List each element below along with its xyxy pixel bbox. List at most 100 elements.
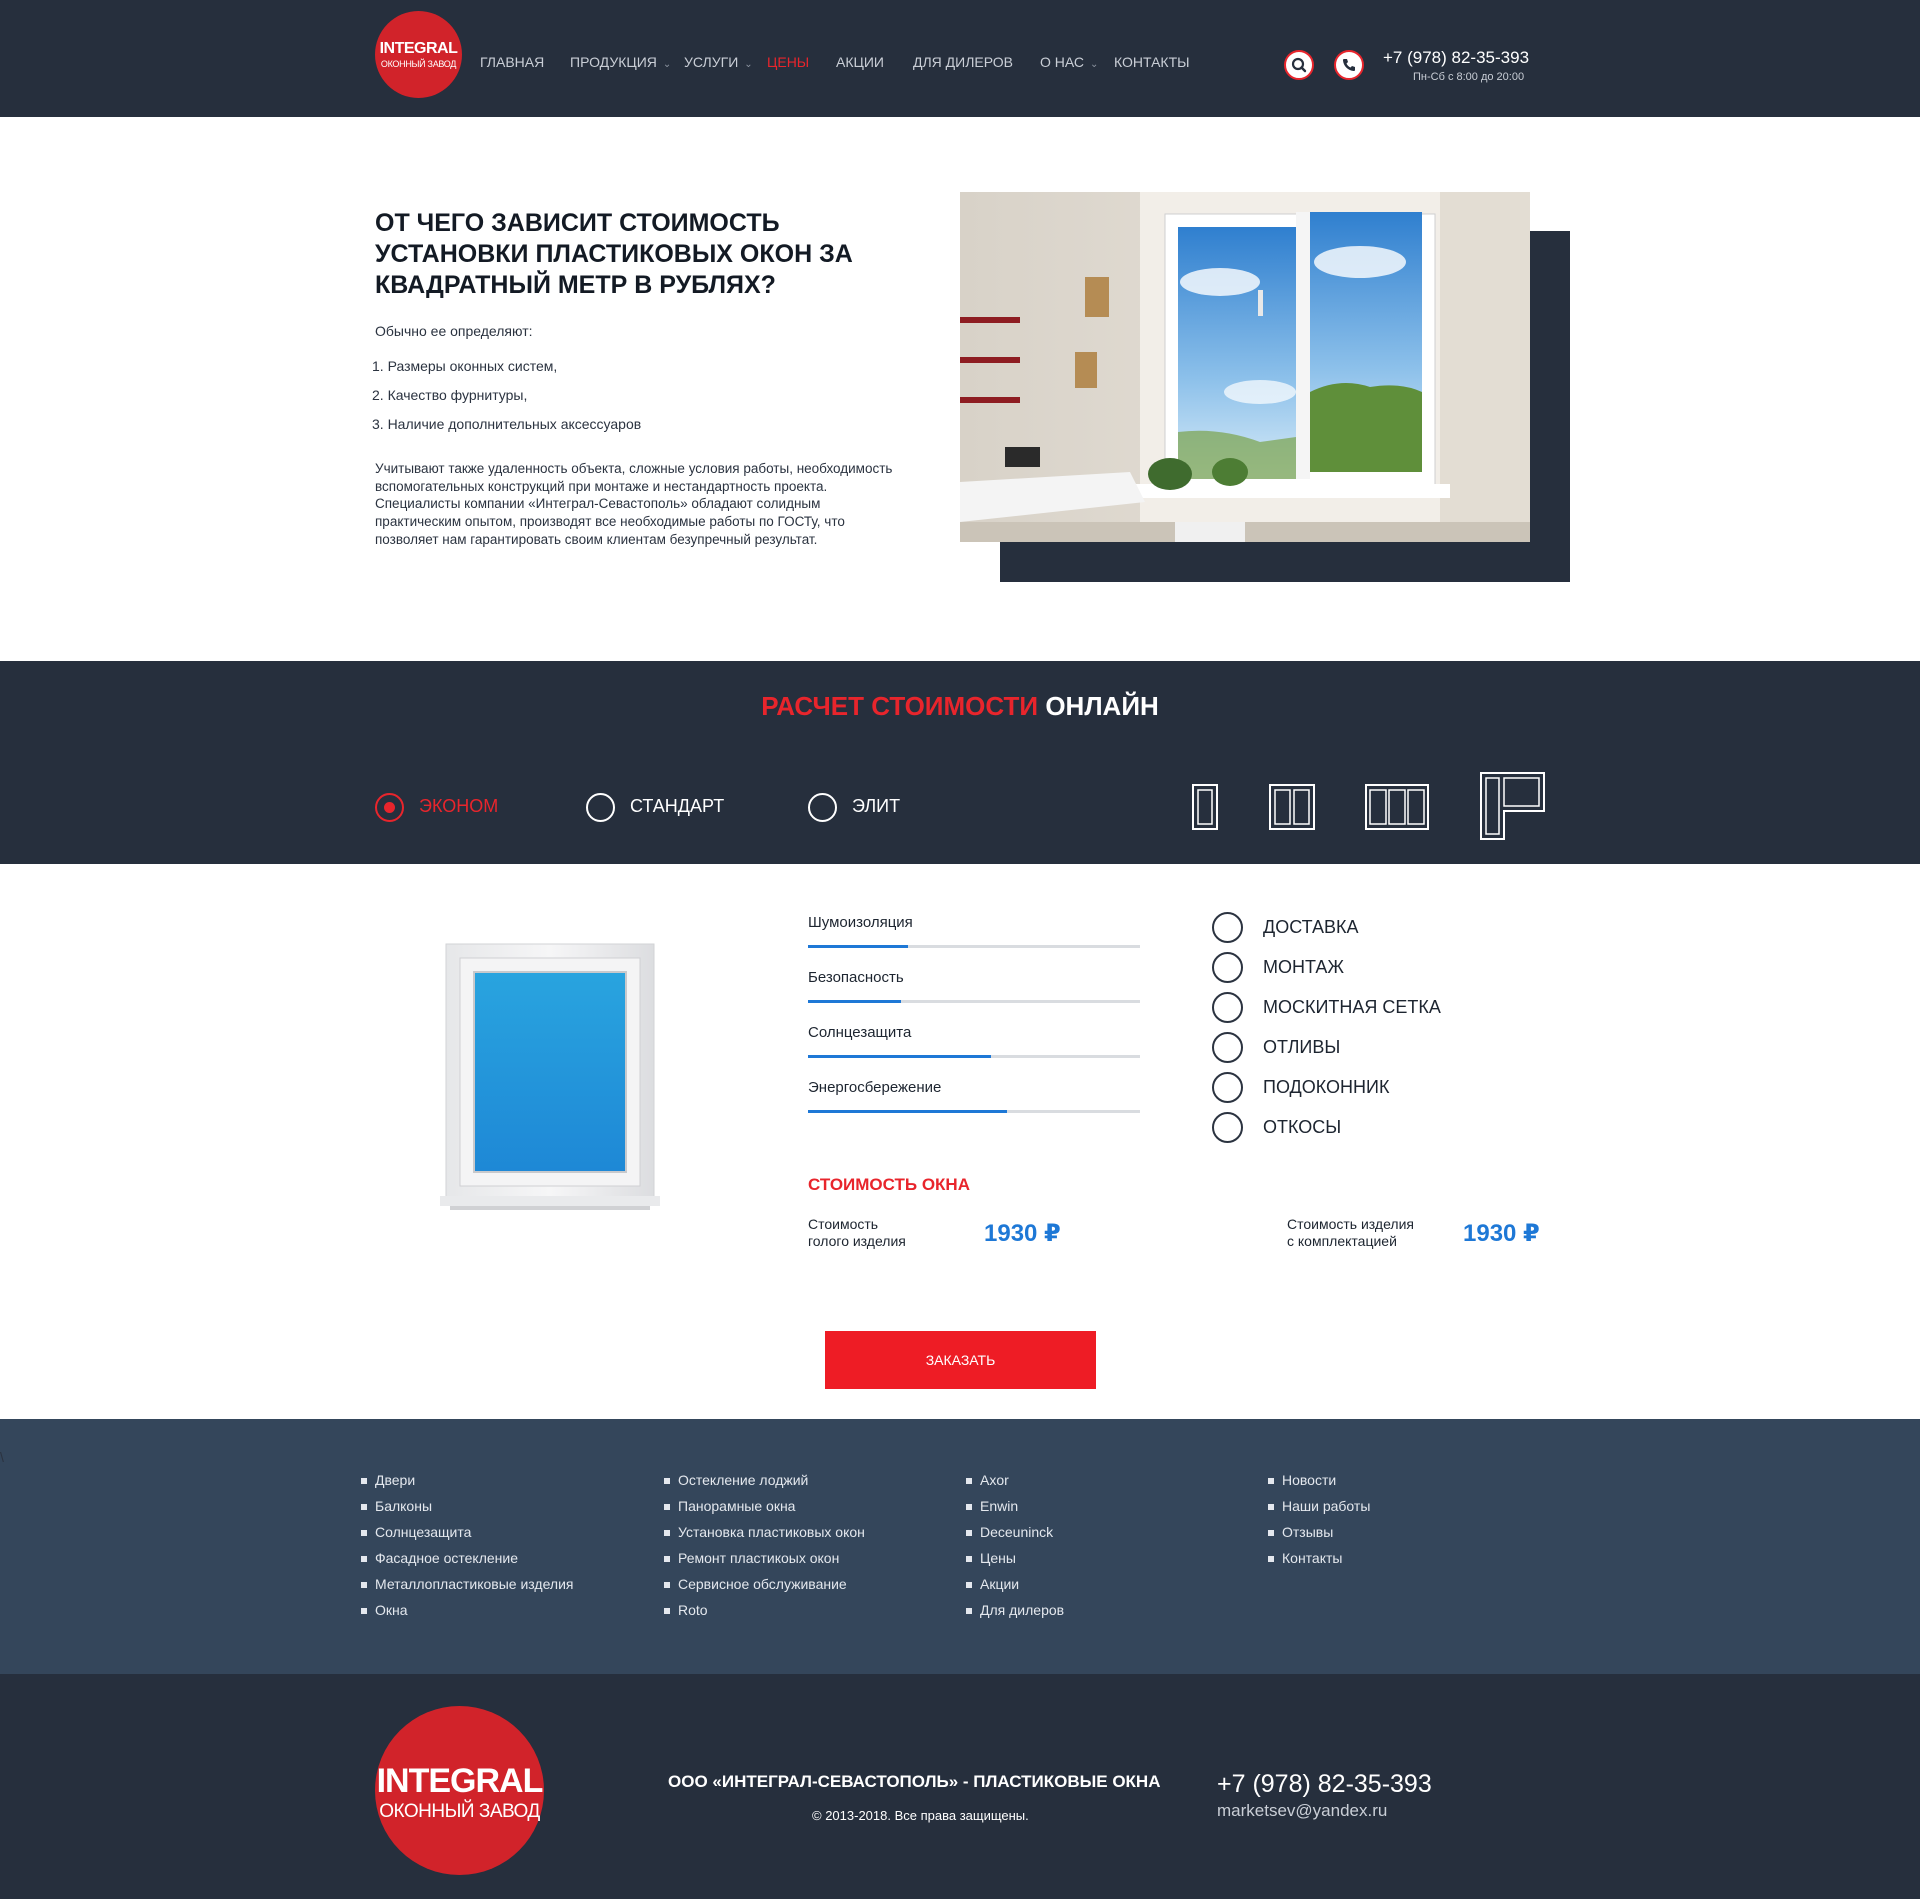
footer-link[interactable]: Ремонт пластикоых окон: [664, 1550, 865, 1576]
footer-link[interactable]: Deceuninck: [966, 1524, 1064, 1550]
class-radio-econom[interactable]: [375, 793, 404, 822]
chevron-down-icon: ⌄: [662, 59, 672, 70]
balcony-door-icon[interactable]: [1480, 772, 1545, 840]
search-icon: [1291, 57, 1307, 73]
extra-radio-delivery[interactable]: [1212, 912, 1243, 943]
property-label-noise: Шумоизоляция: [808, 914, 913, 931]
extra-label-mosquito-net[interactable]: МОСКИТНАЯ СЕТКА: [1263, 997, 1441, 1018]
footer-link[interactable]: Наши работы: [1268, 1498, 1370, 1524]
footer-link[interactable]: Металлопластиковые изделия: [361, 1576, 573, 1602]
extra-label-delivery[interactable]: ДОСТАВКА: [1263, 917, 1359, 938]
footer-link[interactable]: Enwin: [966, 1498, 1064, 1524]
nav-item-services[interactable]: УСЛУГИ ⌄: [684, 54, 753, 70]
company-name: ООО «ИНТЕГРАЛ-СЕВАСТОПОЛЬ» - ПЛАСТИКОВЫЕ…: [668, 1772, 1161, 1791]
footer-email[interactable]: marketsev@yandex.ru: [1217, 1801, 1387, 1821]
logo-subtitle: ОКОННЫЙ ЗАВОД: [380, 59, 457, 69]
order-button[interactable]: ЗАКАЗАТЬ: [825, 1331, 1096, 1389]
intro-list-item: 1. Размеры оконных систем,: [372, 358, 558, 374]
property-bar-security: [808, 1000, 1140, 1003]
footer-column-2: Остекление лоджий Панорамные окна Устано…: [664, 1472, 865, 1628]
footer-link[interactable]: Панорамные окна: [664, 1498, 865, 1524]
footer-link[interactable]: Двери: [361, 1472, 573, 1498]
class-label-elite[interactable]: ЭЛИТ: [852, 796, 900, 817]
full-cost-value: 1930 ₽: [1463, 1220, 1540, 1247]
working-hours: Пн-Сб с 8:00 до 20:00: [1413, 71, 1525, 83]
full-cost-label: Стоимость изделия с комплектацией: [1287, 1216, 1414, 1249]
footer-link[interactable]: Установка пластиковых окон: [664, 1524, 865, 1550]
extra-radio-drip-caps[interactable]: [1212, 1032, 1243, 1063]
triple-sash-window-icon[interactable]: [1365, 784, 1429, 830]
footer-link[interactable]: Roto: [664, 1602, 865, 1628]
logo[interactable]: INTEGRAL ОКОННЫЙ ЗАВОД: [375, 11, 462, 98]
nav-item-about[interactable]: О НАС ⌄: [1040, 54, 1098, 70]
footer-links: [0, 1419, 1920, 1674]
extra-radio-windowsill[interactable]: [1212, 1072, 1243, 1103]
calculator-title: РАСЧЕТ СТОИМОСТИ ОНЛАЙН: [761, 691, 1159, 721]
extra-radio-mosquito-net[interactable]: [1212, 992, 1243, 1023]
footer-link[interactable]: Акции: [966, 1576, 1064, 1602]
stray-character: \: [0, 1449, 4, 1465]
intro-lead: Обычно ее определяют:: [375, 323, 533, 339]
property-label-energy: Энергосбережение: [808, 1079, 942, 1096]
property-bar-energy: [808, 1110, 1140, 1113]
footer-link[interactable]: Новости: [1268, 1472, 1370, 1498]
footer-link[interactable]: Цены: [966, 1550, 1064, 1576]
footer-column-4: Новости Наши работы Отзывы Контакты: [1268, 1472, 1370, 1576]
footer-link[interactable]: Контакты: [1268, 1550, 1370, 1576]
window-preview: [440, 943, 660, 1210]
class-radio-standard[interactable]: [586, 793, 615, 822]
nav-item-dealers[interactable]: ДЛЯ ДИЛЕРОВ: [913, 54, 1013, 70]
nav-item-contacts[interactable]: КОНТАКТЫ: [1114, 54, 1190, 70]
phone-icon: [1343, 59, 1355, 71]
footer-column-1: Двери Балконы Солнцезащита Фасадное осте…: [361, 1472, 573, 1628]
double-sash-window-icon[interactable]: [1269, 784, 1315, 830]
extra-radio-slopes[interactable]: [1212, 1112, 1243, 1143]
nav-item-products[interactable]: ПРОДУКЦИЯ ⌄: [570, 54, 671, 70]
cost-title: СТОИМОСТЬ ОКНА: [808, 1175, 970, 1194]
site-header: INTEGRAL ОКОННЫЙ ЗАВОД ГЛАВНАЯ ПРОДУКЦИЯ…: [0, 0, 1920, 117]
property-bar-noise: [808, 945, 1140, 948]
room-window-photo: [960, 192, 1530, 542]
footer-link[interactable]: Балконы: [361, 1498, 573, 1524]
page-title: ОТ ЧЕГО ЗАВИСИТ СТОИМОСТЬ УСТАНОВКИ ПЛАС…: [375, 209, 853, 299]
extra-radio-installation[interactable]: [1212, 952, 1243, 983]
footer-link[interactable]: Axor: [966, 1472, 1064, 1498]
footer-logo-subtitle: ОКОННЫЙ ЗАВОД: [379, 1801, 540, 1822]
copyright: © 2013-2018. Все права защищены.: [812, 1808, 1029, 1823]
logo-title: INTEGRAL: [379, 40, 458, 57]
extra-label-drip-caps[interactable]: ОТЛИВЫ: [1263, 1037, 1340, 1058]
footer-link[interactable]: Для дилеров: [966, 1602, 1064, 1628]
extra-label-installation[interactable]: МОНТАЖ: [1263, 957, 1344, 978]
class-radio-elite[interactable]: [808, 793, 837, 822]
footer-link[interactable]: Солнцезащита: [361, 1524, 573, 1550]
footer-logo-title: INTEGRAL: [376, 1762, 544, 1800]
extra-label-slopes[interactable]: ОТКОСЫ: [1263, 1117, 1341, 1138]
extra-label-windowsill[interactable]: ПОДОКОННИК: [1263, 1077, 1389, 1098]
footer-column-3: Axor Enwin Deceuninck Цены Акции Для дил…: [966, 1472, 1064, 1628]
chevron-down-icon: ⌄: [1090, 59, 1099, 70]
class-label-econom[interactable]: ЭКОНОМ: [419, 796, 498, 817]
nav-item-prices[interactable]: ЦЕНЫ: [767, 54, 809, 70]
property-bar-sun: [808, 1055, 1140, 1058]
bare-cost-value: 1930 ₽: [984, 1220, 1061, 1247]
nav-item-home[interactable]: ГЛАВНАЯ: [480, 54, 544, 70]
intro-list-item: 2. Качество фурнитуры,: [372, 387, 528, 403]
search-button[interactable]: [1284, 50, 1314, 80]
footer-link[interactable]: Фасадное остекление: [361, 1550, 573, 1576]
property-label-security: Безопасность: [808, 969, 904, 986]
footer-link[interactable]: Окна: [361, 1602, 573, 1628]
call-button[interactable]: [1334, 50, 1364, 80]
nav-item-promotions[interactable]: АКЦИИ: [836, 54, 884, 70]
class-label-standard[interactable]: СТАНДАРТ: [630, 796, 724, 817]
footer-link[interactable]: Остекление лоджий: [664, 1472, 865, 1498]
footer-link[interactable]: Сервисное обслуживание: [664, 1576, 865, 1602]
bare-cost-label: Стоимость голого изделия: [808, 1216, 906, 1249]
footer-phone[interactable]: +7 (978) 82-35-393: [1217, 1770, 1432, 1799]
single-sash-window-icon[interactable]: [1192, 784, 1218, 830]
intro-list-item: 3. Наличие дополнительных аксессуаров: [372, 416, 642, 432]
property-label-sun: Солнцезащита: [808, 1024, 912, 1041]
footer-link[interactable]: Отзывы: [1268, 1524, 1370, 1550]
footer-logo[interactable]: INTEGRAL ОКОННЫЙ ЗАВОД: [375, 1706, 544, 1875]
header-phone[interactable]: +7 (978) 82-35-393: [1383, 48, 1529, 68]
chevron-down-icon: ⌄: [744, 59, 753, 70]
